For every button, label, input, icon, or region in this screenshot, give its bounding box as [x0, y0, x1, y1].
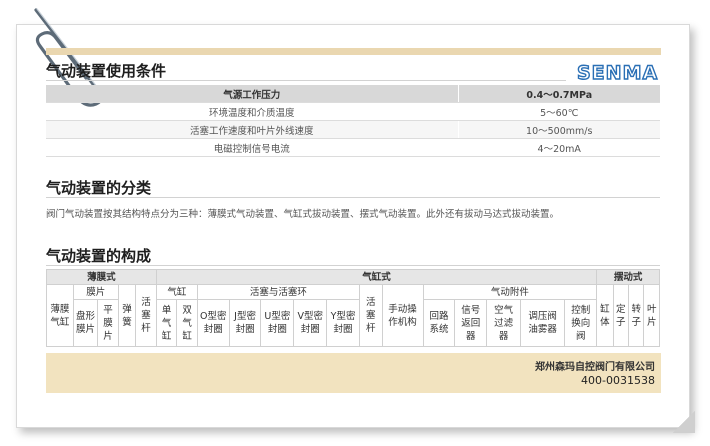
row-value: 4～20mA	[457, 138, 660, 157]
cell-diaphragm-cylinder: 薄膜气缸	[46, 284, 74, 347]
row-label: 环境温度和介质温度	[46, 102, 458, 121]
cell-loop-system: 回路系统	[422, 299, 456, 347]
divider	[46, 80, 566, 81]
table-row: 环境温度和介质温度 5～60℃	[46, 102, 660, 121]
cell-o-seal: O型密封圈	[196, 299, 230, 347]
cell-piston-rod-1: 活塞杆	[135, 284, 157, 347]
header-value: 0.4～0.7MPa	[457, 85, 660, 103]
row-value: 5～60℃	[457, 102, 660, 121]
composition-title: 气动装置的构成	[46, 247, 152, 265]
group-cylinder: 气缸式	[155, 269, 598, 285]
svg-text:SENMA: SENMA	[577, 62, 658, 82]
cell-double-cylinder: 双气缸	[176, 299, 198, 347]
cell-air-filter: 空气过滤器	[486, 299, 522, 347]
table-row: 活塞工作速度和叶片外线速度 10～500mm/s	[46, 120, 660, 139]
header-label: 气源工作压力	[46, 85, 458, 103]
conditions-table: 气源工作压力 0.4～0.7MPa 环境温度和介质温度 5～60℃ 活塞工作速度…	[46, 85, 660, 157]
row-value: 10～500mm/s	[457, 120, 660, 139]
sub-piston-ring: 活塞与活塞环	[196, 284, 360, 300]
cell-stator: 定子	[612, 284, 630, 347]
cell-manual: 手动操作机构	[381, 284, 424, 347]
table-header-row: 气源工作压力 0.4～0.7MPa	[46, 85, 660, 103]
cell-pressure-oil: 调压阀油雾器	[520, 299, 566, 347]
sub-membrane: 膜片	[72, 284, 119, 300]
sub-cylinder: 气缸	[155, 284, 198, 300]
company-name: 郑州森玛自控阀门有限公司	[535, 362, 655, 373]
conditions-title: 气动装置使用条件	[46, 62, 167, 80]
cell-control-valve: 控制换向阀	[564, 299, 598, 347]
row-label: 电磁控制信号电流	[46, 138, 458, 157]
divider	[46, 265, 660, 266]
cell-disc-membrane: 盘形膜片	[72, 299, 99, 347]
cell-spring: 弹簧	[117, 284, 137, 347]
cell-rotor: 转子	[628, 284, 645, 347]
senma-logo: SENMA	[577, 62, 658, 82]
cell-cylinder-body: 缸体	[596, 284, 614, 347]
cell-v-seal: V型密封圈	[293, 299, 328, 347]
cell-u-seal: U型密封圈	[260, 299, 295, 347]
classification-title: 气动装置的分类	[46, 179, 152, 197]
cell-y-seal: Y型密封圈	[326, 299, 360, 347]
top-accent-bar	[46, 48, 661, 55]
group-diaphragm: 薄膜式	[46, 269, 157, 285]
cell-j-seal: J型密封圈	[228, 299, 262, 347]
cell-blade: 叶片	[643, 284, 660, 347]
row-label: 活塞工作速度和叶片外线速度	[46, 120, 458, 139]
table-row: 电磁控制信号电流 4～20mA	[46, 138, 660, 157]
cell-piston-rod-2: 活塞杆	[358, 284, 383, 347]
subgroup-header-row: 薄膜气缸 膜片 弹簧 活塞杆 气缸 活塞与活塞环 活塞杆 手动操作机构 气动附件…	[46, 284, 660, 347]
cell-single-cylinder: 单气缸	[155, 299, 178, 347]
sub-accessories: 气动附件	[422, 284, 598, 300]
cell-signal-return: 信号返回器	[454, 299, 488, 347]
group-header-row: 薄膜式 气缸式 摆动式	[46, 269, 660, 285]
composition-table: 薄膜式 气缸式 摆动式 薄膜气缸 膜片 弹簧 活塞杆 气缸 活塞与活塞环 活塞杆…	[46, 269, 660, 347]
footer-band: 郑州森玛自控阀门有限公司 400-0031538	[46, 353, 661, 393]
group-swing: 摆动式	[596, 269, 660, 285]
divider	[46, 197, 660, 198]
company-phone: 400-0031538	[581, 374, 655, 387]
classification-text: 阀门气动装置按其结构特点分为三种：薄膜式气动装置、气缸式拔动装置、摆式气动装置。…	[46, 209, 560, 220]
cell-flat-membrane: 平膜片	[97, 299, 119, 347]
